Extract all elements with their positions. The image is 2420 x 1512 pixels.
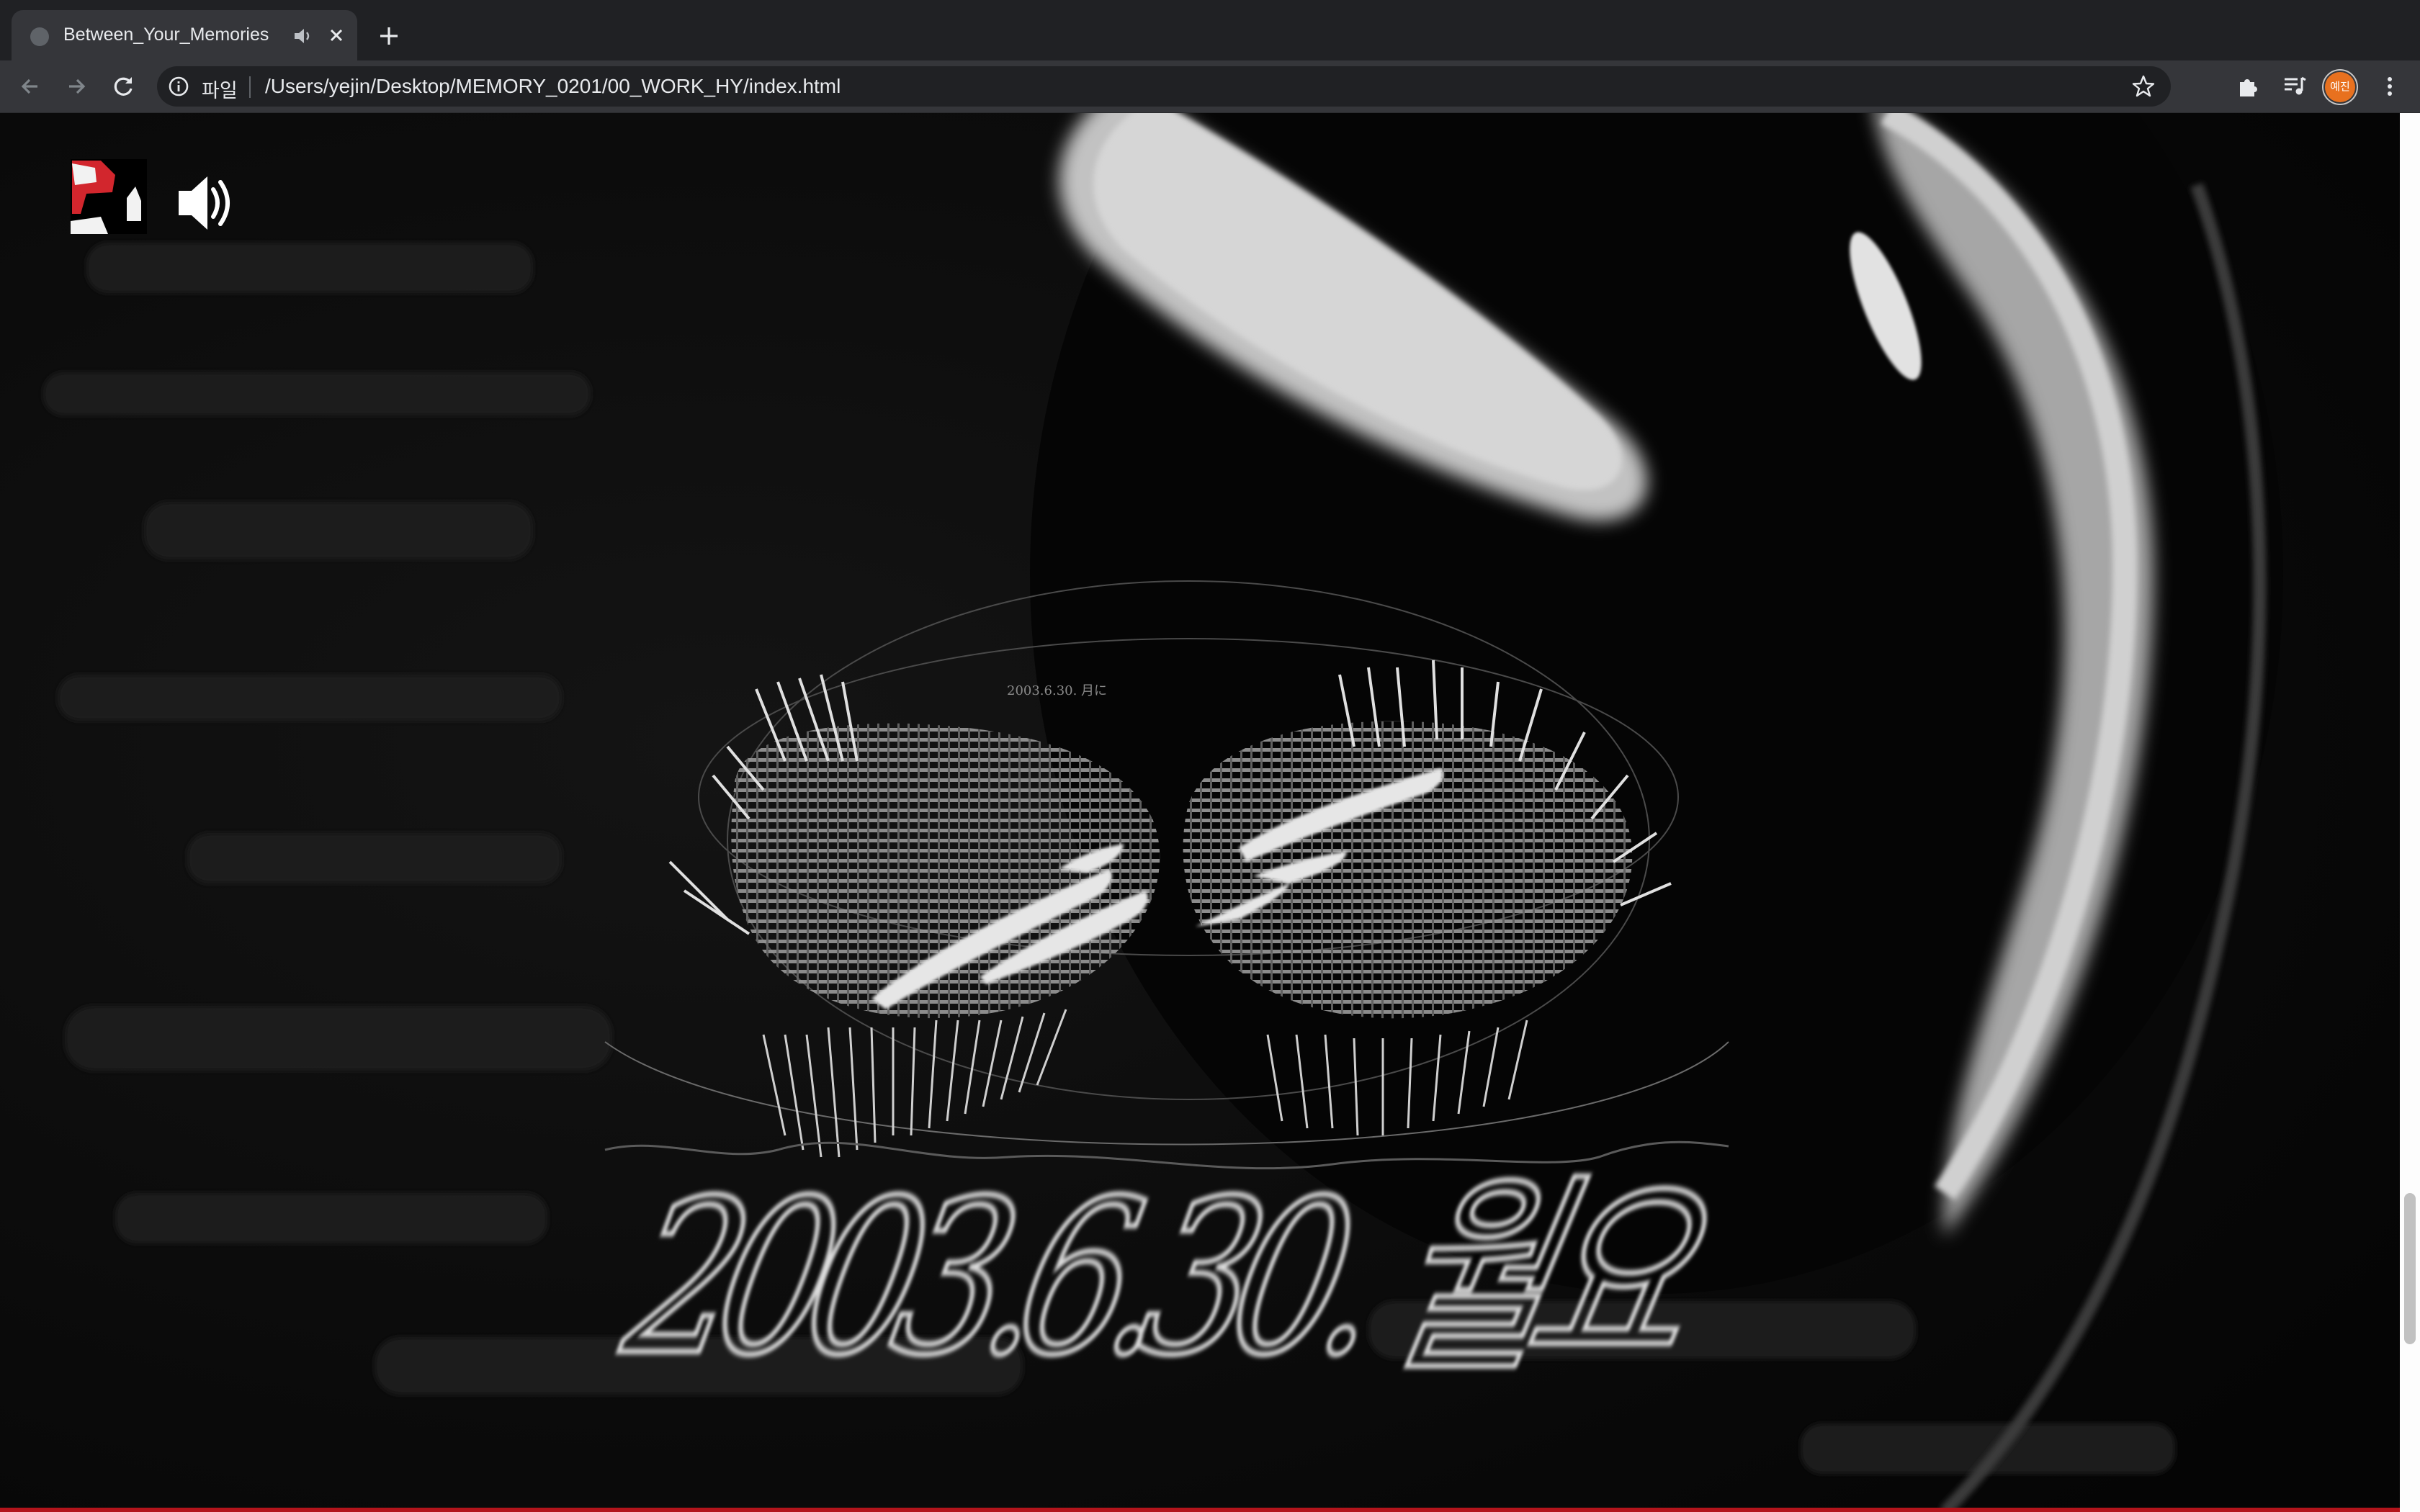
date-headline: 2003.6.30. 월요 — [606, 1154, 1726, 1401]
url-text[interactable]: /Users/yejin/Desktop/MEMORY_0201/00_WORK… — [265, 75, 841, 98]
page-viewport: 2003.6.30. 月に 2003.6.30. 월요 — [0, 113, 2420, 1512]
omnibox-divider — [249, 76, 251, 98]
scheme-label: 파일 — [202, 80, 238, 102]
reload-icon[interactable] — [111, 73, 137, 99]
bottom-accent-bar — [0, 1508, 2400, 1512]
artwork-canvas[interactable]: 2003.6.30. 月に 2003.6.30. 월요 — [0, 113, 2400, 1512]
puzzle-icon[interactable] — [2236, 73, 2262, 99]
kebab-menu-icon[interactable] — [2377, 73, 2403, 99]
tab-title: Between_Your_Memories — [63, 24, 269, 45]
tab-strip: Between_Your_Memories — [0, 0, 2420, 60]
speaker-icon[interactable] — [292, 26, 314, 46]
logo-icon[interactable] — [71, 159, 147, 234]
plus-icon[interactable] — [375, 22, 403, 50]
arrow-left-icon[interactable] — [17, 73, 43, 99]
star-icon[interactable] — [2130, 73, 2156, 99]
scrollbar[interactable] — [2400, 113, 2420, 1512]
browser-toolbar: 파일 /Users/yejin/Desktop/MEMORY_0201/00_W… — [0, 60, 2420, 113]
headline-group: 2003.6.30. 월요 — [604, 1152, 1729, 1404]
playlist-icon[interactable] — [2282, 73, 2308, 99]
address-bar[interactable]: 파일 /Users/yejin/Desktop/MEMORY_0201/00_W… — [157, 66, 2171, 107]
tab-between-your-memories[interactable]: Between_Your_Memories — [12, 10, 357, 60]
date-caption: 2003.6.30. 月に — [1007, 683, 1107, 698]
arrow-right-icon[interactable] — [63, 73, 89, 99]
close-icon[interactable] — [326, 24, 347, 46]
globe-icon — [30, 27, 49, 46]
info-icon[interactable] — [167, 75, 190, 98]
scrollbar-thumb[interactable] — [2404, 1193, 2416, 1344]
profile-avatar[interactable]: 예진 — [2325, 72, 2355, 102]
